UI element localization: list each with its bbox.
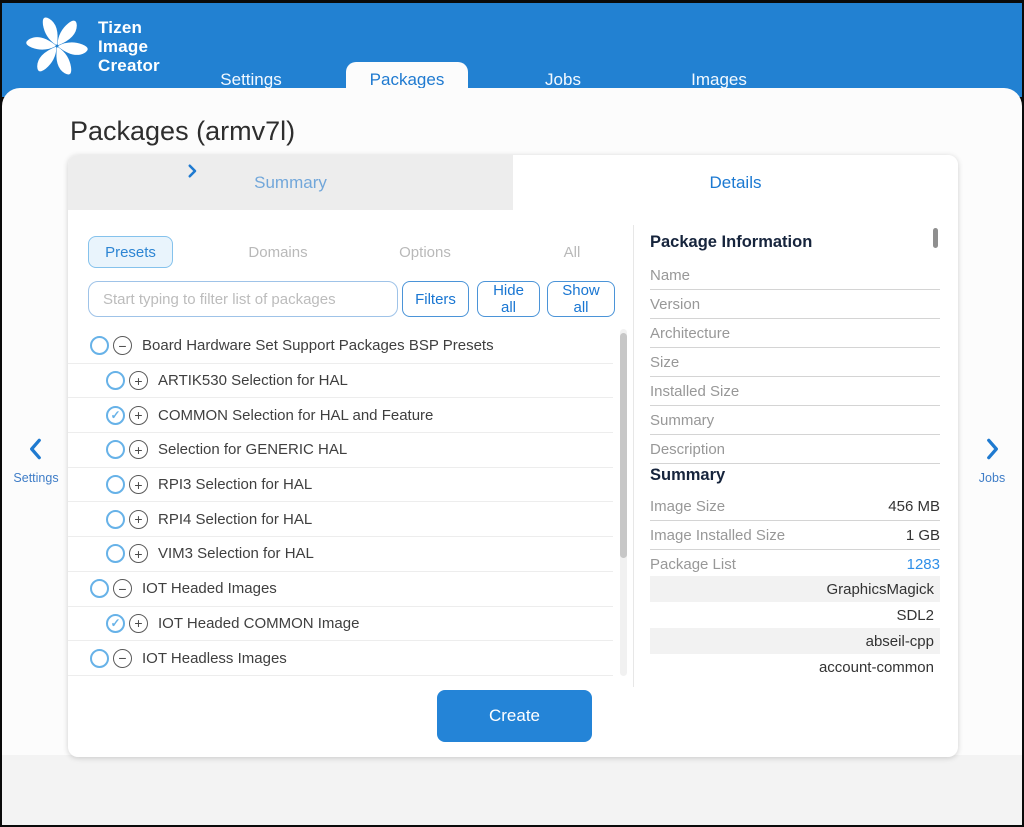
- select-circle-icon[interactable]: [90, 579, 109, 598]
- expand-toggle-icon[interactable]: [129, 371, 148, 390]
- nav-next[interactable]: Jobs: [962, 436, 1022, 485]
- select-circle-icon[interactable]: [90, 649, 109, 668]
- summary-row-label: Image Size: [650, 498, 725, 515]
- summary-rows: Image Size 456 MB Image Installed Size 1…: [650, 492, 940, 579]
- panes-divider: [633, 225, 634, 687]
- expand-toggle-icon[interactable]: [129, 544, 148, 563]
- nav-next-label[interactable]: Jobs: [962, 471, 1022, 485]
- tree-row-label: Board Hardware Set Support Packages BSP …: [142, 337, 494, 354]
- expand-toggle-icon[interactable]: [129, 475, 148, 494]
- summary-row-value[interactable]: 1283: [907, 556, 940, 573]
- package-information-title: Package Information: [650, 233, 812, 252]
- summary-title: Summary: [650, 466, 725, 485]
- package-list-item[interactable]: GraphicsMagick: [650, 576, 940, 602]
- expand-toggle-icon[interactable]: [113, 579, 132, 598]
- package-information-fields: Name Version Architecture Size Installed…: [650, 261, 940, 464]
- tree-row-label: IOT Headed Images: [142, 580, 277, 597]
- nav-previous[interactable]: Settings: [6, 436, 66, 485]
- card-tab[interactable]: Summary: [68, 155, 513, 210]
- tree-row-label: IOT Headed COMMON Image: [158, 615, 359, 632]
- tree-row-label: Selection for GENERIC HAL: [158, 441, 347, 458]
- info-field-label: Description: [650, 435, 940, 464]
- info-field-label: Summary: [650, 406, 940, 435]
- summary-row-value[interactable]: 1 GB: [906, 527, 940, 544]
- summary-row: Package List 1283: [650, 550, 940, 579]
- tree-row[interactable]: ARTIK530 Selection for HAL: [68, 364, 613, 399]
- tree-row[interactable]: COMMON Selection for HAL and Feature: [68, 398, 613, 433]
- create-button[interactable]: Create: [437, 690, 592, 742]
- package-filter-input[interactable]: [88, 281, 398, 317]
- segment-tab[interactable]: All: [512, 236, 632, 268]
- filter-action-button[interactable]: Filters: [402, 281, 469, 317]
- tree-scrollbar-thumb[interactable]: [620, 333, 627, 558]
- nav-previous-label[interactable]: Settings: [6, 471, 66, 485]
- segment-tab[interactable]: Domains: [218, 236, 338, 268]
- card-tab[interactable]: Details: [513, 155, 958, 210]
- summary-row: Image Size 456 MB: [650, 492, 940, 521]
- info-field-label: Architecture: [650, 319, 940, 348]
- summary-row-label: Package List: [650, 556, 736, 573]
- chevron-left-icon[interactable]: [23, 436, 49, 462]
- package-list: GraphicsMagick SDL2 abseil-cpp account-c…: [650, 576, 940, 680]
- app-window: Tizen Image Creator Settings Packages Jo…: [0, 0, 1024, 827]
- package-list-item[interactable]: SDL2: [650, 602, 940, 628]
- details-scrollbar-thumb[interactable]: [933, 228, 938, 248]
- select-circle-icon[interactable]: [106, 406, 125, 425]
- summary-row: Image Installed Size 1 GB: [650, 521, 940, 550]
- expand-toggle-icon[interactable]: [113, 649, 132, 668]
- tree-row-label: ARTIK530 Selection for HAL: [158, 372, 348, 389]
- select-circle-icon[interactable]: [106, 510, 125, 529]
- tree-row[interactable]: VIM3 Selection for HAL: [68, 537, 613, 572]
- segment-tab[interactable]: Presets: [88, 236, 173, 268]
- select-circle-icon[interactable]: [106, 371, 125, 390]
- info-field-label: Version: [650, 290, 940, 319]
- tree-row[interactable]: IOT Headed COMMON Image: [68, 607, 613, 642]
- tree-row[interactable]: IOT Headless Images: [68, 641, 613, 676]
- select-circle-icon[interactable]: [106, 440, 125, 459]
- expand-toggle-icon[interactable]: [129, 510, 148, 529]
- packages-card: Summary Details Presets Domains Options …: [68, 155, 958, 757]
- card-tabs: Summary Details: [68, 155, 958, 210]
- tree-row-label: RPI4 Selection for HAL: [158, 511, 312, 528]
- select-circle-icon[interactable]: [106, 614, 125, 633]
- tree-row-label: IOT Headless Images: [142, 650, 287, 667]
- select-circle-icon[interactable]: [106, 475, 125, 494]
- filter-action-button[interactable]: Hide all: [477, 281, 540, 317]
- info-field-label: Installed Size: [650, 377, 940, 406]
- tree-row[interactable]: Board Hardware Set Support Packages BSP …: [68, 329, 613, 364]
- info-field-label: Name: [650, 261, 940, 290]
- segment-tab[interactable]: Options: [365, 236, 485, 268]
- page-title: Packages (armv7l): [70, 116, 295, 147]
- filter-action-button[interactable]: Show all: [547, 281, 615, 317]
- tree-row-label: VIM3 Selection for HAL: [158, 545, 314, 562]
- expand-toggle-icon[interactable]: [129, 614, 148, 633]
- tree-row[interactable]: Selection for GENERIC HAL: [68, 433, 613, 468]
- tree-row[interactable]: RPI3 Selection for HAL: [68, 468, 613, 503]
- select-circle-icon[interactable]: [106, 544, 125, 563]
- tree-row-label: COMMON Selection for HAL and Feature: [158, 407, 433, 424]
- package-list-item[interactable]: abseil-cpp: [650, 628, 940, 654]
- package-list-item[interactable]: account-common: [650, 654, 940, 680]
- tree-row[interactable]: RPI4 Selection for HAL: [68, 502, 613, 537]
- chevron-right-icon[interactable]: [979, 436, 1005, 462]
- summary-row-label: Image Installed Size: [650, 527, 785, 544]
- package-tree: Board Hardware Set Support Packages BSP …: [68, 329, 613, 676]
- expand-toggle-icon[interactable]: [113, 336, 132, 355]
- expand-toggle-icon[interactable]: [129, 440, 148, 459]
- expand-toggle-icon[interactable]: [129, 406, 148, 425]
- info-field-label: Size: [650, 348, 940, 377]
- summary-row-value[interactable]: 456 MB: [888, 498, 940, 515]
- tree-row[interactable]: IOT Headed Images: [68, 572, 613, 607]
- select-circle-icon[interactable]: [90, 336, 109, 355]
- segment-next-chevron-icon[interactable]: [183, 162, 201, 180]
- tree-row-label: RPI3 Selection for HAL: [158, 476, 312, 493]
- filter-row: Filters Hide all Show all: [68, 281, 628, 317]
- segment-bar: Presets Domains Options All: [68, 236, 628, 269]
